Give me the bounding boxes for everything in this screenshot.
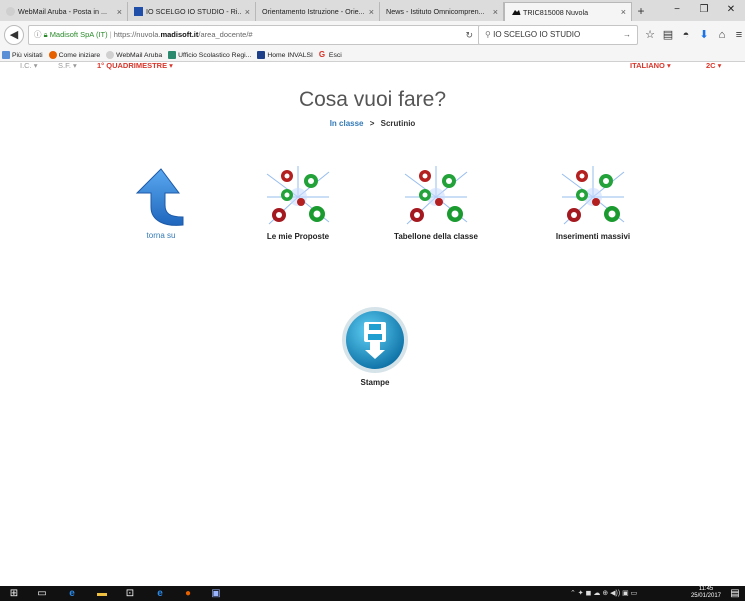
address-bar[interactable]: ⓘ 🔒︎ Madisoft SpA (IT) | https://nuvola.…: [28, 25, 480, 45]
page-title: Cosa vuoi fare?: [298, 88, 447, 111]
browser-navigation-bar: ◀ ⓘ 🔒︎ Madisoft SpA (IT) | https://nuvol…: [0, 21, 745, 49]
reload-icon[interactable]: ↻: [465, 26, 473, 44]
browser-tab-bar: WebMail Aruba - Posta in ... × IO SCELGO…: [0, 0, 745, 21]
menu-ic[interactable]: I.C. ▾: [20, 62, 38, 70]
task-view-icon[interactable]: ▭: [34, 587, 50, 600]
site-favicon-icon: [134, 7, 143, 16]
close-tab-icon[interactable]: ×: [245, 7, 250, 17]
firefox-icon: [48, 51, 57, 59]
print-tile[interactable]: Stampe: [335, 304, 415, 387]
app-menu-bar: I.C. ▾ S.F. ▾ 1° QUADRIMESTRE ▾ ITALIANO…: [0, 62, 745, 71]
store-icon[interactable]: ⊡: [122, 587, 138, 600]
file-explorer-icon[interactable]: ▬: [94, 587, 110, 600]
info-icon: ⓘ: [34, 30, 42, 39]
close-tab-icon[interactable]: ×: [117, 7, 122, 17]
invalsi-icon: [257, 51, 266, 59]
arrow-up-icon: [135, 168, 184, 226]
maximize-button[interactable]: ❐: [692, 0, 716, 20]
star-icon[interactable]: ☆: [643, 28, 657, 42]
tab-webmail[interactable]: WebMail Aruba - Posta in ... ×: [0, 2, 128, 21]
lock-icon: 🔒︎: [43, 30, 48, 39]
tab-news[interactable]: News - Istituto Omnicompren... ×: [380, 2, 504, 21]
bookmark-invalsi[interactable]: Home INVALSI: [257, 51, 313, 59]
google-icon: G: [318, 50, 326, 59]
close-tab-icon[interactable]: ×: [621, 7, 626, 17]
minimize-button[interactable]: −: [665, 0, 689, 20]
new-tab-button[interactable]: +: [632, 2, 650, 21]
menu-sf[interactable]: S.F. ▾: [58, 62, 77, 70]
search-icon: ⚲: [485, 30, 491, 39]
billiard-balls-icon: [404, 166, 468, 225]
billiard-balls-icon: [561, 166, 625, 225]
bookmark-esci[interactable]: G Esci: [319, 51, 342, 59]
app-icon[interactable]: ▣: [208, 587, 224, 600]
tab-nuvola[interactable]: TRIC815008 Nuvola ×: [504, 2, 632, 21]
bulk-insert-label: Inserimenti massivi: [555, 232, 631, 241]
arrow-right-icon[interactable]: →: [623, 26, 631, 44]
bookmark-most-visited[interactable]: Più visitati: [2, 51, 43, 59]
menu-subject[interactable]: ITALIANO ▾: [630, 62, 671, 70]
home-icon[interactable]: ⌂: [715, 28, 729, 42]
library-icon[interactable]: ▤: [661, 28, 675, 42]
print-icon: [342, 307, 408, 373]
close-window-button[interactable]: ✕: [719, 0, 743, 20]
print-label: Stampe: [360, 378, 390, 387]
edge-icon[interactable]: e: [64, 587, 80, 600]
close-tab-icon[interactable]: ×: [493, 7, 498, 17]
breadcrumb-in-classe[interactable]: In classe: [330, 119, 364, 128]
mail-icon: [6, 7, 15, 16]
back-up-label: torna su: [146, 231, 176, 240]
firefox-icon[interactable]: ●: [180, 587, 196, 600]
windows-start-icon[interactable]: ⊞: [6, 587, 22, 600]
leaf-icon: [168, 51, 177, 59]
class-board-label: Tabellone della classe: [394, 232, 478, 241]
breadcrumb-current: Scrutinio: [380, 119, 416, 128]
bookmarks-bar: Più visitati Come iniziare WebMail Aruba…: [0, 49, 745, 62]
menu-icon[interactable]: ≡: [732, 28, 745, 42]
bulk-insert-tile[interactable]: Inserimenti massivi: [541, 164, 645, 241]
pocket-icon[interactable]: ◓: [679, 28, 693, 42]
menu-period[interactable]: 1° QUADRIMESTRE ▾: [97, 62, 173, 70]
back-button[interactable]: ◀: [4, 25, 24, 45]
bookmark-webmail[interactable]: WebMail Aruba: [106, 51, 162, 59]
tray-icons[interactable]: ⌃ ✦ ◼ ☁ ⊕ ◀)) ▣ ▭: [570, 587, 637, 600]
proposals-tile[interactable]: Le mie Proposte: [248, 164, 348, 241]
breadcrumb: In classe > Scrutinio: [329, 119, 416, 128]
windows-taskbar: ⊞ ▭ e ▬ ⊡ e ● ▣ ⌃ ✦ ◼ ☁ ⊕ ◀)) ▣ ▭ 11:45 …: [0, 586, 745, 601]
cloud-icon: [511, 8, 521, 17]
bookmark-icon: [2, 51, 10, 59]
download-icon[interactable]: ⬇: [697, 28, 711, 42]
menu-class[interactable]: 2C ▾: [706, 62, 721, 70]
search-input[interactable]: ⚲ IO SCELGO IO STUDIO →: [478, 25, 638, 45]
close-tab-icon[interactable]: ×: [369, 7, 374, 17]
bookmark-getting-started[interactable]: Come iniziare: [48, 51, 100, 59]
billiard-balls-icon: [266, 166, 330, 225]
back-up-tile[interactable]: torna su: [118, 167, 204, 240]
proposals-label: Le mie Proposte: [266, 232, 330, 241]
mail-icon: [106, 51, 115, 59]
bookmark-ufficio-scolastico[interactable]: Ufficio Scolastico Regi...: [168, 51, 251, 59]
internet-explorer-icon[interactable]: e: [152, 587, 168, 600]
notifications-icon[interactable]: ▤: [727, 587, 743, 600]
tab-orientamento[interactable]: Orientamento Istruzione - Orie... ×: [256, 2, 380, 21]
clock[interactable]: 11:45 25/01/2017: [691, 586, 721, 600]
tab-io-scelgo[interactable]: IO SCELGO IO STUDIO - Ri... ×: [128, 2, 256, 21]
class-board-tile[interactable]: Tabellone della classe: [381, 164, 491, 241]
